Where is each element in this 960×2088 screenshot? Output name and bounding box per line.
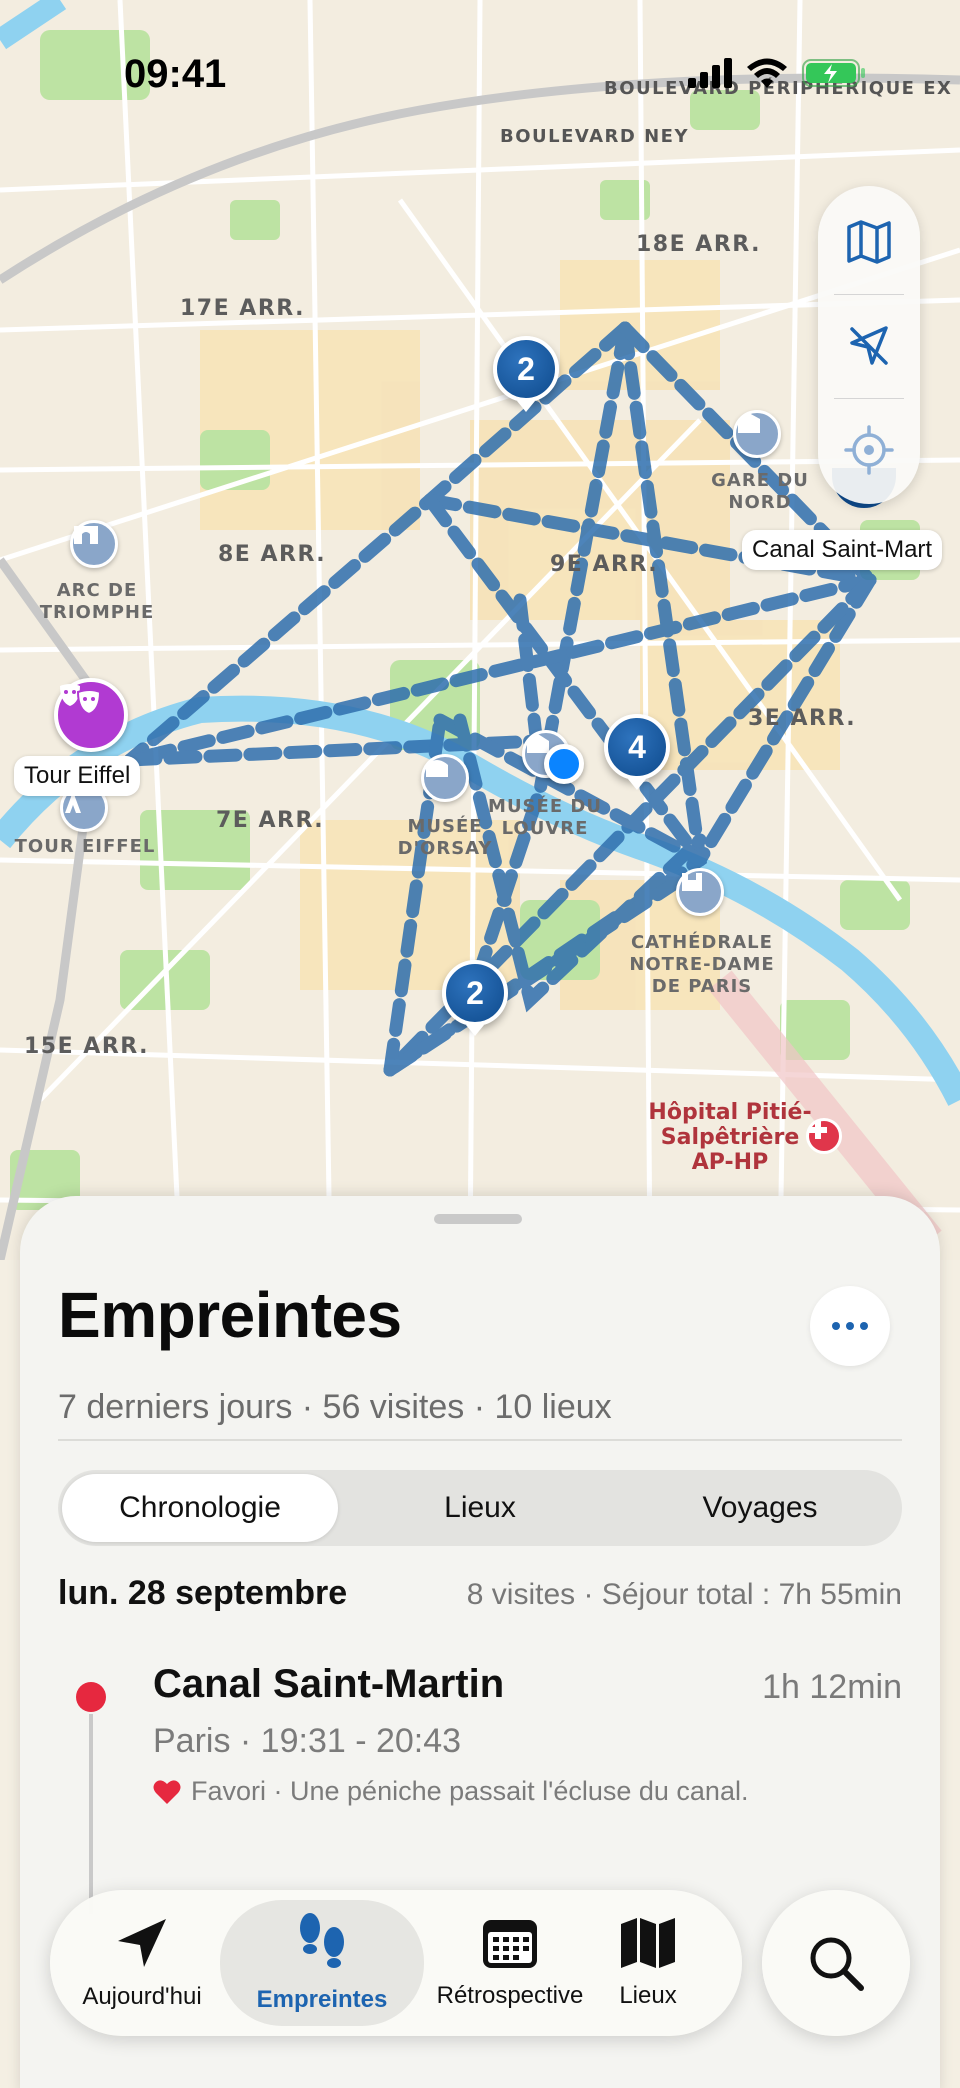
footprints-icon xyxy=(300,1913,344,1968)
cellular-signal-icon xyxy=(688,58,732,88)
district-label-17: 17E ARR. xyxy=(180,296,305,321)
gare-du-nord-pin[interactable] xyxy=(733,410,781,458)
station-icon xyxy=(738,413,760,433)
location-arrow-icon xyxy=(118,1919,166,1967)
map-icon xyxy=(847,220,891,264)
recenter-button[interactable] xyxy=(818,398,920,502)
street-label-boulevard-ney: BOULEVARD NEY xyxy=(500,126,690,147)
theater-masks-icon xyxy=(60,684,102,716)
segment-voyages[interactable]: Voyages xyxy=(622,1474,898,1542)
hospital-label: Hôpital Pitié- Salpêtrière AP-HP xyxy=(648,1100,812,1175)
poi-label-gare: GARE DU NORD xyxy=(711,470,809,513)
more-options-button[interactable] xyxy=(810,1286,890,1366)
divider xyxy=(58,1439,902,1441)
district-label-8: 8E ARR. xyxy=(218,542,327,567)
sheet-grabber[interactable] xyxy=(434,1214,522,1224)
tab-lieux[interactable]: Lieux xyxy=(560,1890,736,2036)
visit-duration: 1h 12min xyxy=(762,1668,902,1706)
district-label-18: 18E ARR. xyxy=(636,232,761,257)
status-time: 09:41 xyxy=(124,52,227,96)
user-location-dot xyxy=(544,744,584,784)
summary-subtitle: 7 derniers jours · 56 visites · 10 lieux xyxy=(58,1388,612,1426)
district-label-15: 15E ARR. xyxy=(24,1034,149,1059)
tab-empreintes[interactable]: Empreintes xyxy=(220,1900,424,2026)
wifi-icon xyxy=(747,58,787,88)
visit-title[interactable]: Canal Saint-Martin xyxy=(153,1662,504,1707)
district-label-7: 7E ARR. xyxy=(216,808,325,833)
view-segmented-control: Chronologie Lieux Voyages xyxy=(58,1470,902,1546)
tab-label: Lieux xyxy=(619,1982,677,2009)
poi-label-eiffel: TOUR EIFFEL xyxy=(14,836,156,857)
hospital-pin[interactable] xyxy=(806,1118,842,1154)
poi-label-louvre: MUSÉE DU LOUVRE xyxy=(488,796,602,839)
canal-callout[interactable]: Canal Saint-Mart xyxy=(742,530,943,570)
tour-eiffel-callout[interactable]: Tour Eiffel xyxy=(14,756,141,796)
map-controls xyxy=(818,186,920,504)
search-button[interactable] xyxy=(762,1890,910,2036)
poi-label-arc: ARC DE TRIOMPHE xyxy=(39,580,155,623)
notre-dame-pin[interactable] xyxy=(676,868,724,916)
visit-note-text: Favori · Une péniche passait l'écluse du… xyxy=(191,1776,749,1806)
search-icon xyxy=(810,1937,864,1991)
ellipsis-icon xyxy=(832,1322,868,1330)
timeline-line xyxy=(89,1714,93,1914)
location-slash-icon xyxy=(850,326,888,365)
theater-place-marker[interactable] xyxy=(54,678,128,752)
day-header-date: lun. 28 septembre xyxy=(58,1574,348,1612)
timeline-dot xyxy=(76,1682,106,1712)
crosshair-icon xyxy=(844,425,894,475)
page-title: Empreintes xyxy=(58,1279,402,1351)
tab-label: Empreintes xyxy=(256,1986,388,2013)
district-label-9: 9E ARR. xyxy=(550,552,659,577)
musee-orsay-pin[interactable] xyxy=(421,754,469,802)
calendar-icon xyxy=(483,1920,537,1968)
battery-charging-icon xyxy=(802,59,865,87)
map-style-button[interactable] xyxy=(818,190,920,294)
day-header-summary: 8 visites · Séjour total : 7h 55min xyxy=(466,1578,902,1611)
visit-cluster-south[interactable]: 2 xyxy=(442,960,508,1026)
segment-lieux[interactable]: Lieux xyxy=(342,1474,618,1542)
status-icons xyxy=(688,58,866,88)
museum-icon xyxy=(426,760,448,777)
arc-de-triomphe-pin[interactable] xyxy=(70,520,118,568)
poi-label-notre-dame: CATHÉDRALE NOTRE-DAME DE PARIS xyxy=(629,932,775,997)
tab-label: Aujourd'hui xyxy=(82,1983,202,2010)
visit-cluster-north[interactable]: 2 xyxy=(493,336,559,402)
tab-aujourdhui[interactable]: Aujourd'hui xyxy=(54,1890,230,2036)
cathedral-icon xyxy=(682,873,702,891)
map-canvas xyxy=(0,0,960,1260)
hospital-cross-icon xyxy=(809,1121,827,1139)
arch-icon xyxy=(74,526,98,544)
visit-cluster-center[interactable]: 4 xyxy=(604,714,670,780)
heart-icon xyxy=(153,1779,181,1804)
segment-chronologie[interactable]: Chronologie xyxy=(62,1474,338,1542)
visit-place-time: Paris · 19:31 - 20:43 xyxy=(153,1722,462,1760)
tab-bar: Aujourd'hui Empreintes Rétrospective Lie… xyxy=(50,1890,742,2036)
district-label-3: 3E ARR. xyxy=(748,706,857,731)
map-fill-icon xyxy=(621,1918,675,1968)
location-off-button[interactable] xyxy=(818,294,920,398)
visit-note: Favori · Une péniche passait l'écluse du… xyxy=(153,1776,748,1807)
